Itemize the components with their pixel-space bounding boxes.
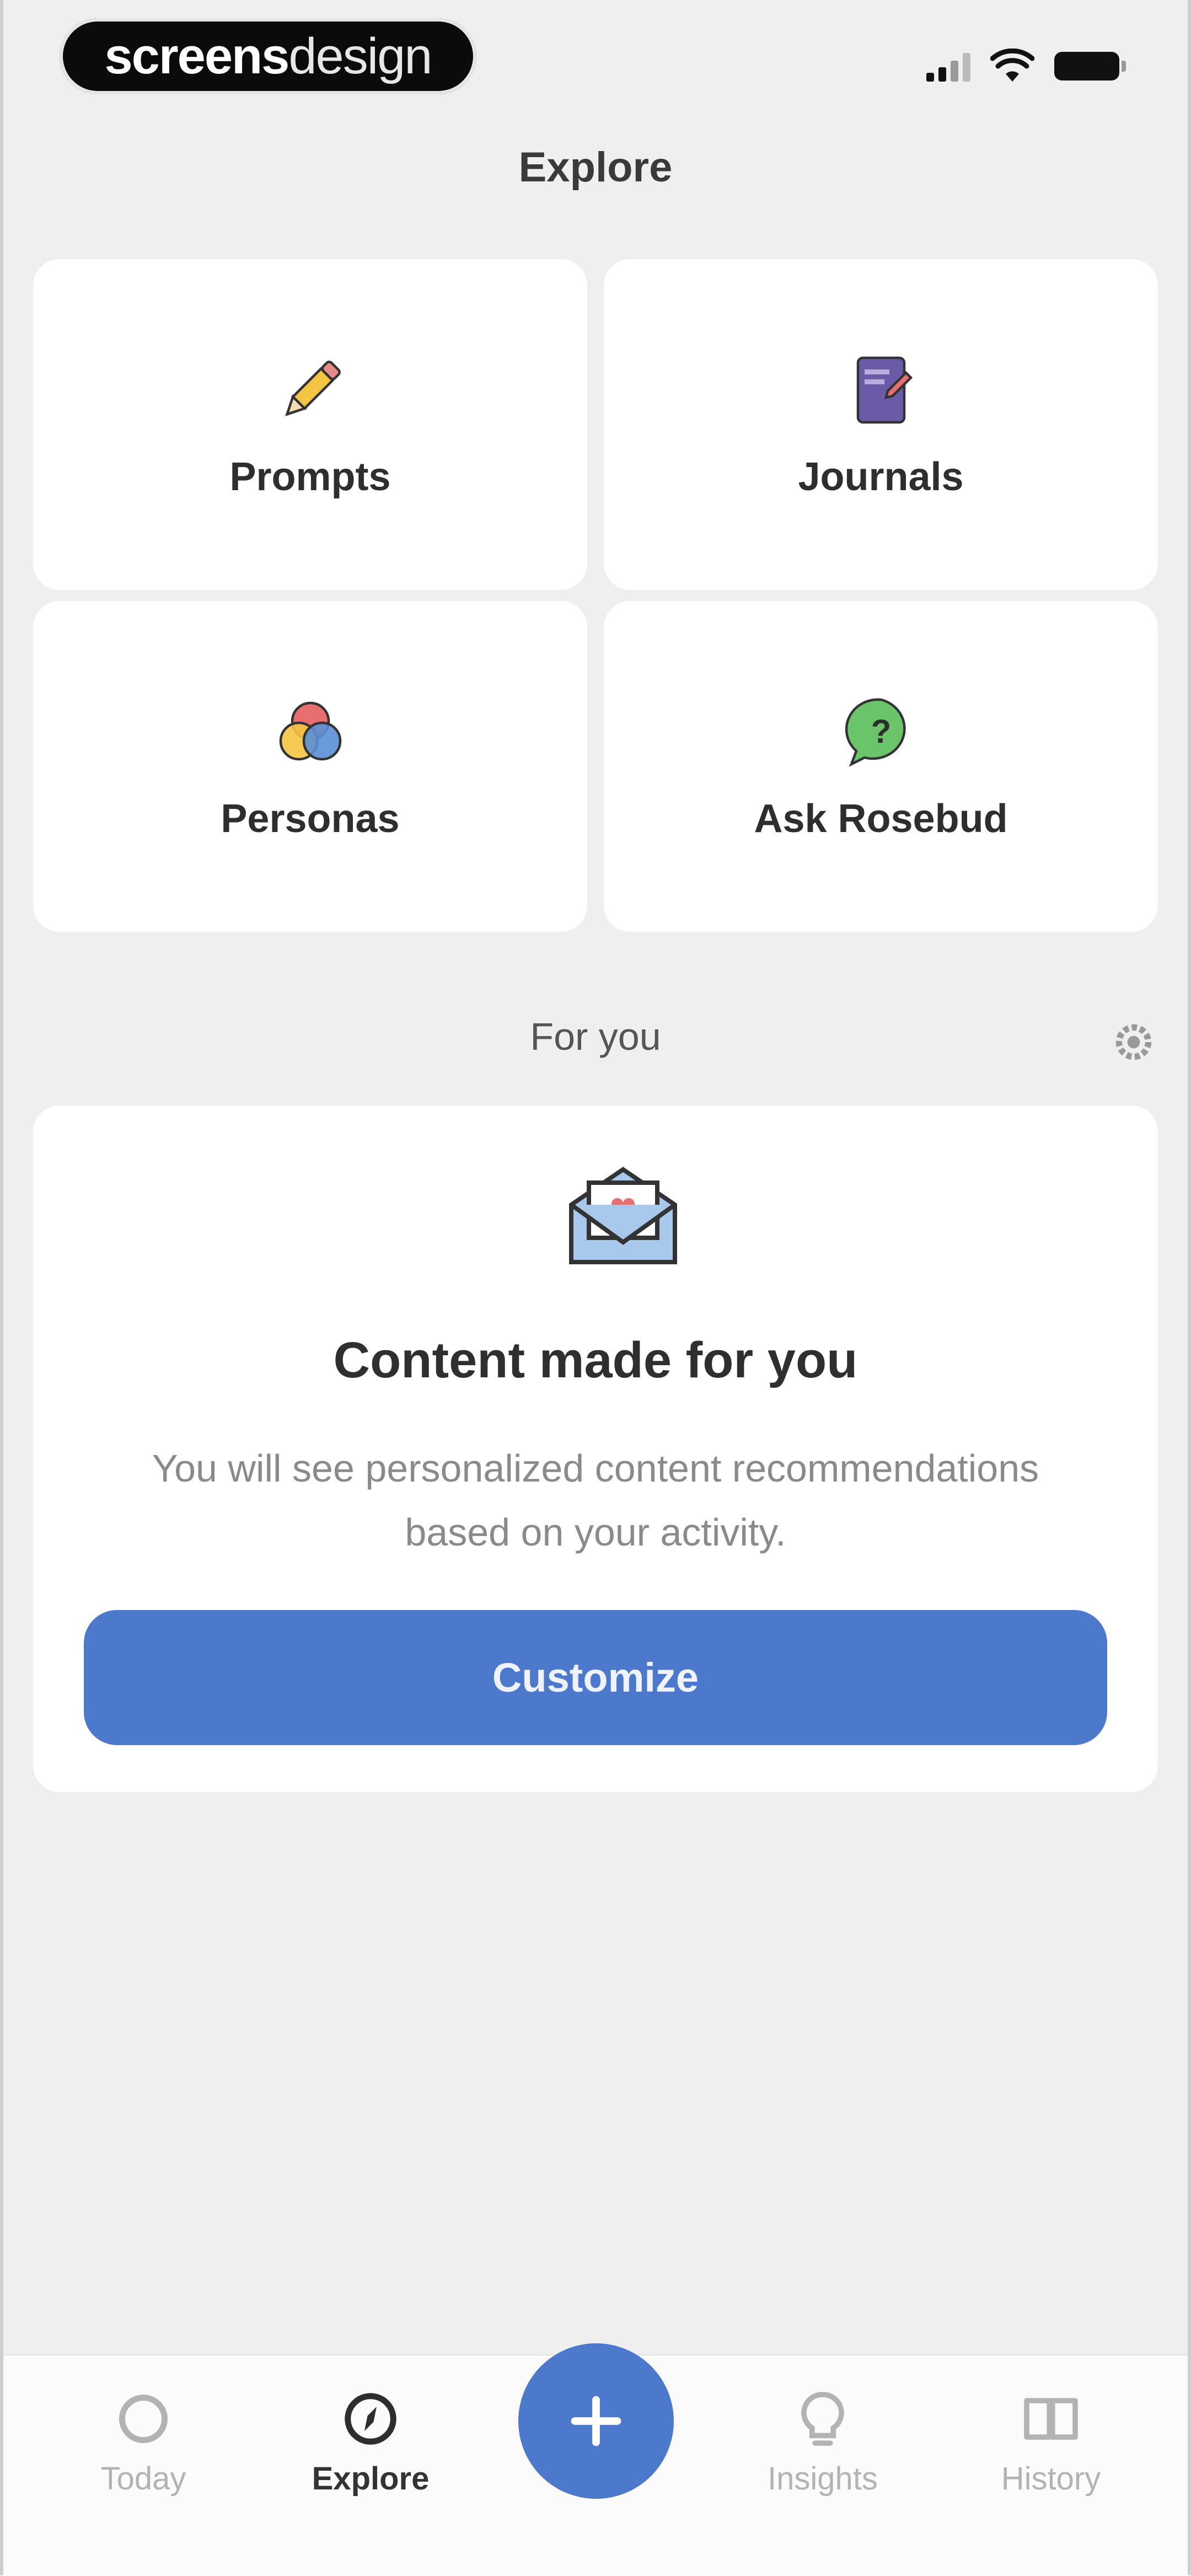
tab-history-label: History bbox=[1001, 2461, 1101, 2497]
wifi-icon bbox=[990, 49, 1034, 82]
brand-bold-text: screens bbox=[104, 28, 290, 84]
journals-tile[interactable]: Journals bbox=[604, 259, 1158, 590]
card-headline: Content made for you bbox=[333, 1332, 858, 1388]
tab-today-label: Today bbox=[100, 2461, 186, 2497]
compass-icon bbox=[345, 2393, 396, 2445]
book-icon bbox=[1024, 2398, 1078, 2440]
tab-insights-label: Insights bbox=[768, 2461, 878, 2497]
brand-thin-text: design bbox=[288, 28, 432, 84]
gear-icon[interactable] bbox=[1113, 1021, 1155, 1063]
battery-icon bbox=[1054, 52, 1126, 80]
prompts-label: Prompts bbox=[229, 455, 391, 499]
plus-icon bbox=[571, 2396, 621, 2446]
tab-today[interactable]: Today bbox=[55, 2389, 232, 2532]
tab-insights[interactable]: Insights bbox=[734, 2389, 911, 2532]
personas-icon bbox=[279, 701, 341, 761]
prompts-tile[interactable]: Prompts bbox=[33, 259, 587, 590]
lightbulb-icon bbox=[801, 2392, 844, 2446]
svg-text:?: ? bbox=[871, 713, 891, 750]
personas-label: Personas bbox=[221, 797, 400, 841]
ask-rosebud-tile[interactable]: ? Ask Rosebud bbox=[604, 601, 1158, 932]
pencil-icon bbox=[285, 361, 341, 416]
status-icons bbox=[926, 44, 1126, 88]
customize-button[interactable]: Customize bbox=[84, 1610, 1107, 1745]
new-entry-button[interactable] bbox=[518, 2343, 674, 2499]
brand-watermark: screens design bbox=[60, 18, 476, 94]
tab-explore-label: Explore bbox=[312, 2461, 430, 2497]
circle-icon bbox=[119, 2395, 168, 2443]
ask-rosebud-label: Ask Rosebud bbox=[754, 797, 1008, 841]
chat-question-icon: ? bbox=[845, 698, 906, 767]
journal-icon bbox=[856, 356, 913, 424]
for-you-card: Content made for you You will see person… bbox=[33, 1105, 1158, 1792]
tab-history[interactable]: History bbox=[963, 2389, 1139, 2532]
signal-icon bbox=[926, 51, 970, 82]
tab-explore[interactable]: Explore bbox=[282, 2389, 459, 2532]
personas-tile[interactable]: Personas bbox=[33, 601, 587, 932]
for-you-heading: For you bbox=[530, 1015, 661, 1058]
journals-label: Journals bbox=[798, 455, 964, 499]
page-title: Explore bbox=[518, 144, 673, 191]
card-description: You will see personalized content recomm… bbox=[152, 1447, 1039, 1554]
envelope-heart-icon bbox=[569, 1167, 677, 1264]
